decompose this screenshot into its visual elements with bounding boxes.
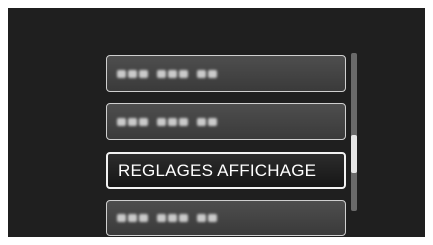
menu-item-blurred-1[interactable] bbox=[106, 55, 346, 92]
menu-item-label: REGLAGES AFFICHAGE bbox=[118, 160, 317, 180]
scrollbar-thumb[interactable] bbox=[351, 135, 357, 173]
menu-scrollbar[interactable] bbox=[351, 53, 357, 211]
menu-item-blurred-2[interactable] bbox=[106, 103, 346, 140]
blurred-label bbox=[117, 69, 217, 78]
menu-item-display-settings[interactable]: REGLAGES AFFICHAGE bbox=[106, 152, 346, 189]
menu-item-blurred-3[interactable] bbox=[106, 200, 346, 236]
camera-screen: REGLAGES AFFICHAGE bbox=[8, 8, 425, 237]
blurred-label bbox=[117, 117, 217, 126]
blurred-label bbox=[117, 214, 217, 222]
